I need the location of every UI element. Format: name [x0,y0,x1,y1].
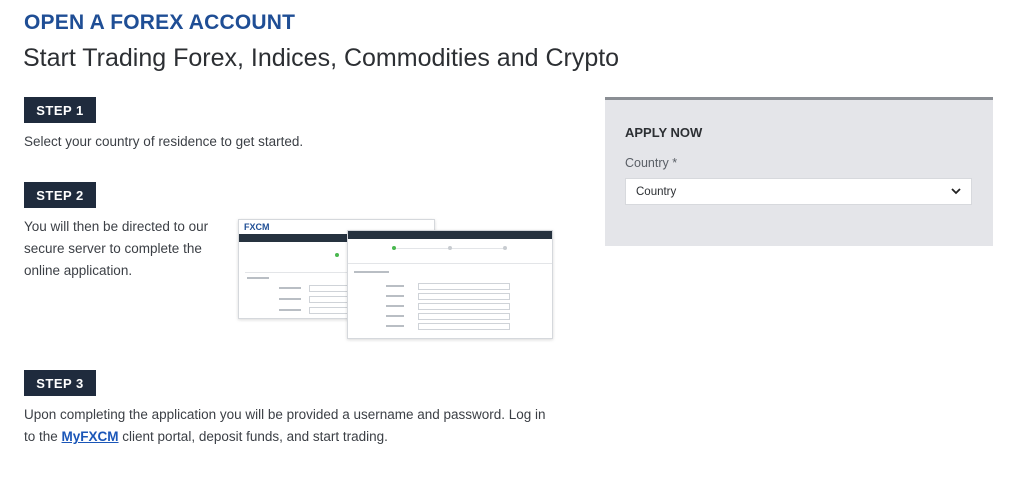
placeholder-text [279,309,301,311]
step-3-text-post: client portal, deposit funds, and start … [118,429,388,444]
step-3-badge: STEP 3 [24,370,96,396]
placeholder-field [418,283,510,290]
step-2-text: You will then be directed to our secure … [24,216,234,282]
placeholder-field [418,313,510,320]
country-select-value: Country [636,185,677,198]
placeholder-field [418,293,510,300]
country-select[interactable]: Country [625,178,972,205]
placeholder-text [386,315,404,317]
chevron-down-icon [951,186,961,198]
page-kicker: OPEN A FOREX ACCOUNT [24,11,296,34]
apply-now-title: APPLY NOW [625,125,703,140]
country-label: Country * [625,156,678,170]
divider [348,263,552,264]
apply-now-panel: APPLY NOW Country * Country [605,97,993,246]
placeholder-text [386,285,404,287]
placeholder-text [354,271,389,273]
progress-dot [503,246,507,250]
step-3-text-line-1: Upon completing the application you will… [24,407,546,422]
placeholder-text [386,305,404,307]
fxcm-logo: FXCM [244,222,270,232]
myfxcm-link[interactable]: MyFXCM [62,429,119,444]
placeholder-text [279,298,301,300]
placeholder-field [309,296,351,303]
application-screenshot-front [347,230,553,339]
step-1-text: Select your country of residence to get … [24,134,304,149]
progress-dot [392,246,396,250]
placeholder-text [386,325,404,327]
placeholder-text [386,295,404,297]
step-1-badge: STEP 1 [24,97,96,123]
placeholder-text [247,277,269,279]
placeholder-field [309,285,351,292]
page-title: Start Trading Forex, Indices, Commoditie… [23,44,620,72]
placeholder-field [309,307,351,314]
step-2-badge: STEP 2 [24,182,96,208]
placeholder-field [418,303,510,310]
placeholder-field [418,323,510,330]
progress-dot [335,253,339,257]
screenshot-header-bar [348,231,552,239]
step-2-text-line: secure server to complete the [24,241,202,256]
placeholder-text [279,287,301,289]
step-3-text-pre: to the [24,429,62,444]
step-2-text-line: You will then be directed to our [24,219,209,234]
step-3-text: Upon completing the application you will… [24,404,546,448]
progress-dot [448,246,452,250]
step-2-text-line: online application. [24,263,133,278]
